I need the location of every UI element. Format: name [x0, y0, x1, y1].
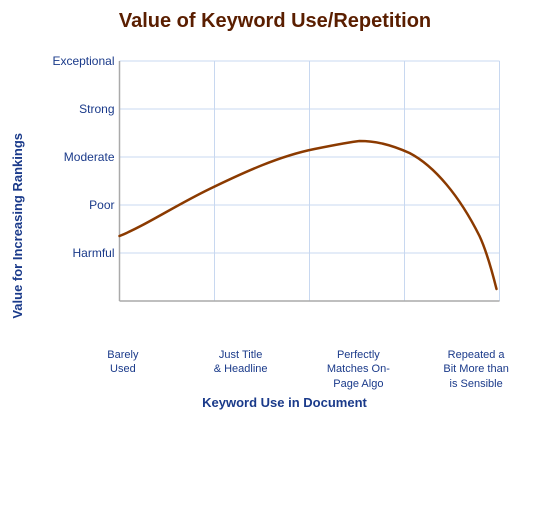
x-axis-title: Keyword Use in Document — [29, 395, 540, 410]
x-label-barely: Barely Used — [64, 348, 182, 391]
x-axis-labels: Barely Used Just Title & Headline Perfec… — [29, 346, 535, 391]
svg-text:Poor: Poor — [89, 198, 114, 212]
svg-text:Moderate: Moderate — [64, 150, 115, 164]
x-label-perfectly: Perfectly Matches On- Page Algo — [300, 348, 418, 391]
chart-svg-container: Exceptional Strong Moderate Poor Harmful — [29, 41, 540, 346]
chart-title: Value of Keyword Use/Repetition — [119, 10, 431, 33]
svg-text:Exceptional: Exceptional — [52, 54, 114, 68]
svg-text:Strong: Strong — [79, 102, 114, 116]
x-label-title: Just Title & Headline — [182, 348, 300, 391]
y-axis-label: Value for Increasing Rankings — [10, 133, 25, 319]
svg-text:Harmful: Harmful — [72, 246, 114, 260]
x-label-repeated: Repeated a Bit More than is Sensible — [417, 348, 535, 391]
